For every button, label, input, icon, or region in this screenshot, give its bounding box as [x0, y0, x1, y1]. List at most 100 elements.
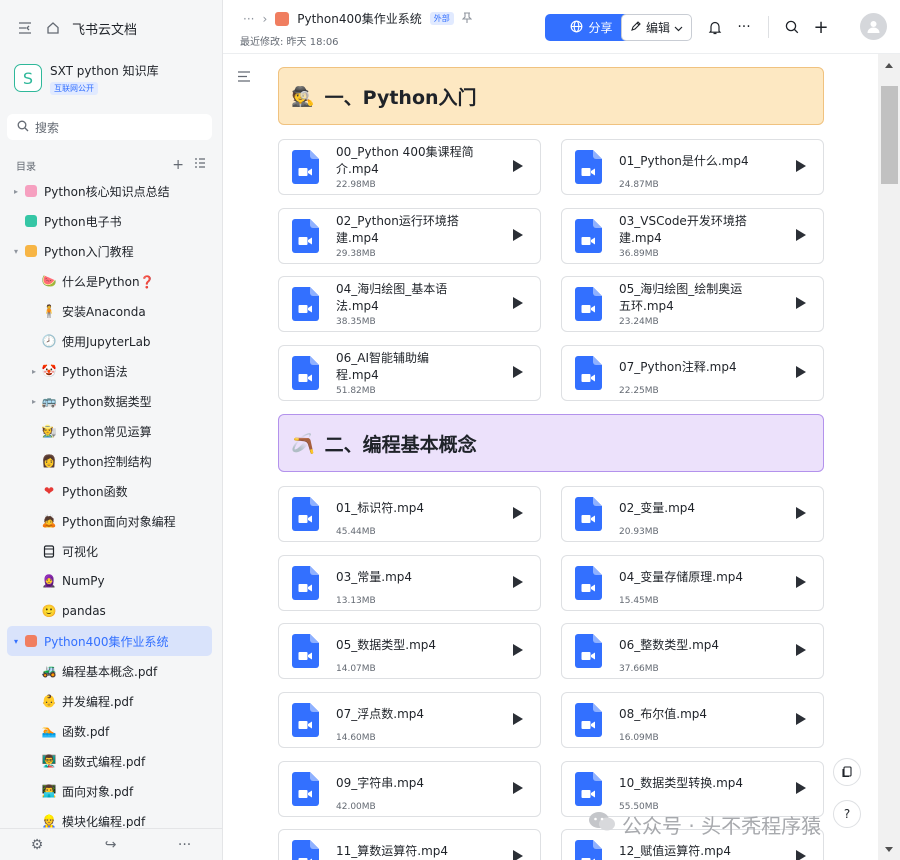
play-icon[interactable]	[796, 507, 806, 519]
scrollbar-thumb[interactable]	[881, 86, 898, 184]
video-file-icon	[575, 703, 602, 737]
sidebar-item-data-types[interactable]: ▸ 🚌 Python数据类型	[0, 386, 222, 416]
file-card[interactable]: 01_Python是什么.mp4 24.87MB	[561, 139, 824, 195]
sidebar-item-visualization[interactable]: 可视化	[0, 536, 222, 566]
bell-icon[interactable]	[706, 18, 724, 36]
sidebar-item-concurrency-pdf[interactable]: 👶 并发编程.pdf	[0, 686, 222, 716]
file-name: 05_海归绘图_绘制奥运 五环.mp4	[619, 282, 743, 313]
sidebar-item-ebook[interactable]: Python电子书	[0, 206, 222, 236]
more-icon[interactable]: ···	[178, 837, 191, 853]
play-icon[interactable]	[513, 576, 523, 588]
wiki-header[interactable]: S SXT python 知识库 互联网公开	[0, 56, 222, 100]
play-icon[interactable]	[796, 782, 806, 794]
chevron-right-icon[interactable]: ▸	[28, 397, 40, 406]
outline-icon[interactable]	[237, 71, 251, 86]
more-icon[interactable]: ···	[735, 18, 753, 36]
file-card[interactable]: 09_字符串.mp4 42.00MB	[278, 761, 541, 817]
avatar[interactable]	[860, 13, 887, 40]
file-card[interactable]: 04_变量存储原理.mp4 15.45MB	[561, 555, 824, 611]
play-icon[interactable]	[513, 507, 523, 519]
chevron-down-icon[interactable]: ▾	[10, 637, 22, 646]
play-icon[interactable]	[796, 297, 806, 309]
scroll-down-arrow-icon[interactable]	[885, 847, 893, 852]
file-card[interactable]: 07_Python注释.mp4 22.25MB	[561, 345, 824, 401]
sidebar-item-basics-pdf[interactable]: 🚜 编程基本概念.pdf	[0, 656, 222, 686]
play-icon[interactable]	[513, 297, 523, 309]
sidebar-item-homework-system[interactable]: ▾ Python400集作业系统	[7, 626, 212, 656]
vertical-scrollbar[interactable]	[878, 54, 900, 860]
file-card[interactable]: 10_数据类型转换.mp4 55.50MB	[561, 761, 824, 817]
sidebar-item-pandas[interactable]: 🙂 pandas	[0, 596, 222, 626]
file-card[interactable]: 05_数据类型.mp4 14.07MB	[278, 623, 541, 679]
play-icon[interactable]	[513, 850, 523, 860]
file-card[interactable]: 03_常量.mp4 13.13MB	[278, 555, 541, 611]
file-card[interactable]: 06_AI智能辅助编 程.mp4 51.82MB	[278, 345, 541, 401]
play-icon[interactable]	[796, 644, 806, 656]
share-arrow-icon[interactable]: ↪	[105, 837, 117, 853]
sidebar-item-functions-pdf[interactable]: 🏊 函数.pdf	[0, 716, 222, 746]
sidebar-item-operations[interactable]: 🧑‍🌾 Python常见运算	[0, 416, 222, 446]
bus-icon: 🚌	[41, 394, 57, 408]
play-icon[interactable]	[796, 366, 806, 378]
video-file-icon	[575, 287, 602, 321]
sidebar-item-syntax[interactable]: ▸ 🤡 Python语法	[0, 356, 222, 386]
play-icon[interactable]	[796, 713, 806, 725]
play-icon[interactable]	[513, 713, 523, 725]
file-card[interactable]: 03_VSCode开发环境搭 建.mp4 36.89MB	[561, 208, 824, 264]
sidebar-item-what-is-python[interactable]: 🍉 什么是Python❓	[0, 266, 222, 296]
settings-icon[interactable]: ⚙	[31, 837, 44, 853]
sidebar-item-numpy[interactable]: 🧕 NumPy	[0, 566, 222, 596]
sidebar-item-install-anaconda[interactable]: 🧍 安装Anaconda	[0, 296, 222, 326]
chevron-down-icon[interactable]: ▾	[10, 247, 22, 256]
file-card[interactable]: 08_布尔值.mp4 16.09MB	[561, 692, 824, 748]
play-icon[interactable]	[513, 366, 523, 378]
play-icon[interactable]	[513, 782, 523, 794]
sidebar-item-beginner-tutorial[interactable]: ▾ Python入门教程	[0, 236, 222, 266]
play-icon[interactable]	[796, 229, 806, 241]
sidebar-search[interactable]: 搜索	[7, 114, 212, 140]
file-name: 09_字符串.mp4	[336, 775, 425, 790]
file-card[interactable]: 06_整数类型.mp4 37.66MB	[561, 623, 824, 679]
add-icon[interactable]: +	[172, 157, 184, 173]
file-card[interactable]: 04_海归绘图_基本语 法.mp4 38.35MB	[278, 276, 541, 332]
plus-icon[interactable]: +	[812, 17, 830, 38]
doc-title[interactable]: Python400集作业系统	[297, 10, 422, 27]
home-icon[interactable]	[44, 19, 62, 37]
sidebar-item-functions[interactable]: ❤ Python函数	[0, 476, 222, 506]
chevron-right-icon[interactable]: ▸	[10, 187, 22, 196]
scroll-up-arrow-icon[interactable]	[885, 63, 893, 68]
collapse-sidebar-icon[interactable]	[16, 19, 34, 37]
person-icon: 👩	[41, 454, 57, 468]
play-icon[interactable]	[513, 644, 523, 656]
file-card[interactable]: 11_算数运算符.mp4	[278, 829, 541, 860]
file-card[interactable]: 05_海归绘图_绘制奥运 五环.mp4 23.24MB	[561, 276, 824, 332]
help-icon[interactable]: ?	[833, 800, 861, 828]
play-icon[interactable]	[513, 229, 523, 241]
toc-list-icon[interactable]	[194, 157, 206, 173]
play-icon[interactable]	[796, 576, 806, 588]
sidebar-item-oop[interactable]: 🙇 Python面向对象编程	[0, 506, 222, 536]
pin-icon[interactable]	[461, 11, 473, 26]
play-icon[interactable]	[513, 160, 523, 172]
sidebar-item-core-summary[interactable]: ▸ Python核心知识点总结	[0, 176, 222, 206]
brand-name[interactable]: 飞书云文档	[72, 19, 137, 38]
play-icon[interactable]	[796, 160, 806, 172]
section-title: 一、Python入门	[324, 86, 477, 109]
file-card[interactable]: 01_标识符.mp4 45.44MB	[278, 486, 541, 542]
file-card[interactable]: 07_浮点数.mp4 14.60MB	[278, 692, 541, 748]
copy-link-icon[interactable]	[833, 758, 861, 786]
sidebar-item-functional-pdf[interactable]: 👨‍🏫 函数式编程.pdf	[0, 746, 222, 776]
search-icon[interactable]	[783, 18, 801, 36]
edit-button[interactable]: 编辑	[621, 14, 692, 41]
chevron-right-icon: ›	[262, 11, 268, 26]
file-card[interactable]: 02_变量.mp4 20.93MB	[561, 486, 824, 542]
file-card[interactable]: 02_Python运行环境搭 建.mp4 29.38MB	[278, 208, 541, 264]
sidebar-item-jupyterlab[interactable]: 🕗 使用JupyterLab	[0, 326, 222, 356]
breadcrumb-more[interactable]: ···	[243, 12, 254, 26]
play-icon[interactable]	[796, 850, 806, 860]
chevron-right-icon[interactable]: ▸	[28, 367, 40, 376]
sidebar-item-oop-pdf[interactable]: 👨‍💻 面向对象.pdf	[0, 776, 222, 806]
file-card[interactable]: 00_Python 400集课程简 介.mp4 22.98MB	[278, 139, 541, 195]
sidebar-item-control-flow[interactable]: 👩 Python控制结构	[0, 446, 222, 476]
doc-coral-icon	[22, 632, 40, 650]
